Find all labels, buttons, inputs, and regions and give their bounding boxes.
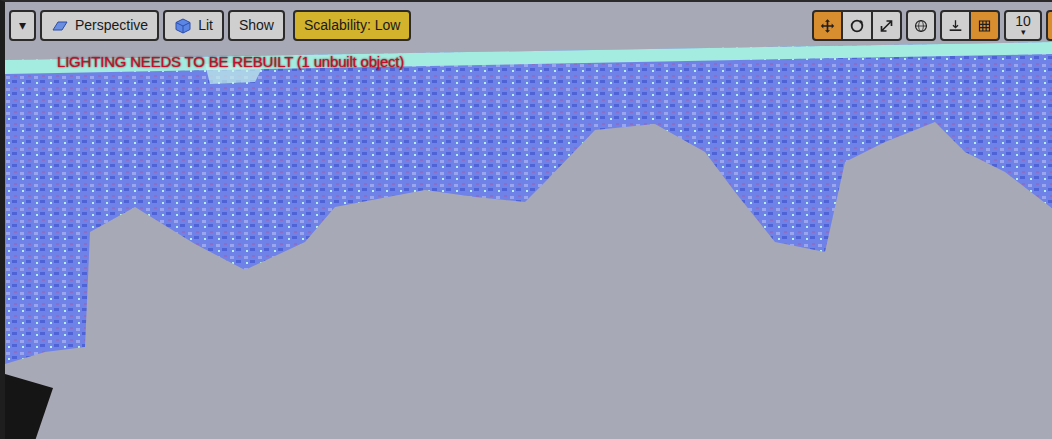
- rotate-icon: [849, 17, 865, 35]
- coordinate-space-group: [906, 10, 936, 41]
- dropdown-arrow: ▾: [1021, 28, 1026, 37]
- lighting-warning: LIGHTING NEEDS TO BE REBUILT (1 unbuilt …: [57, 51, 1052, 74]
- grid-tool-button[interactable]: [970, 10, 1000, 41]
- rotate-tool-button[interactable]: [842, 10, 872, 41]
- move-icon: [820, 17, 835, 35]
- button-label: Perspective: [75, 17, 148, 34]
- button-label: Lit: [198, 17, 213, 34]
- perspective-button[interactable]: Perspective: [40, 10, 159, 41]
- snap-tools: [940, 10, 1000, 41]
- grid-size-value: 10: [1015, 14, 1031, 28]
- surface-tool-button[interactable]: [940, 10, 970, 41]
- surface-icon: [948, 17, 963, 35]
- move-tool-button[interactable]: [812, 10, 842, 41]
- scale-tool-button[interactable]: [872, 10, 902, 41]
- rotation-tool-button[interactable]: [1046, 10, 1052, 41]
- world-icon: [914, 17, 928, 35]
- lit-icon: [174, 17, 192, 35]
- viewport[interactable]: ▾PerspectiveLitShowScalability: Low 10▾ …: [0, 0, 1052, 439]
- grid-size-dropdown[interactable]: 10▾: [1004, 10, 1042, 41]
- overflow-tool-group: [1046, 10, 1052, 41]
- scale-icon: [879, 17, 894, 35]
- scalability-button[interactable]: Scalability: Low: [293, 10, 412, 41]
- viewport-options-button[interactable]: ▾: [9, 10, 36, 41]
- grid-icon: [977, 17, 992, 35]
- perspective-icon: [51, 17, 69, 35]
- plain-button[interactable]: Show: [228, 10, 285, 41]
- transform-tools: [812, 10, 902, 41]
- world-tool-button[interactable]: [906, 10, 936, 41]
- button-label: Show: [239, 17, 274, 34]
- lit-button[interactable]: Lit: [163, 10, 224, 41]
